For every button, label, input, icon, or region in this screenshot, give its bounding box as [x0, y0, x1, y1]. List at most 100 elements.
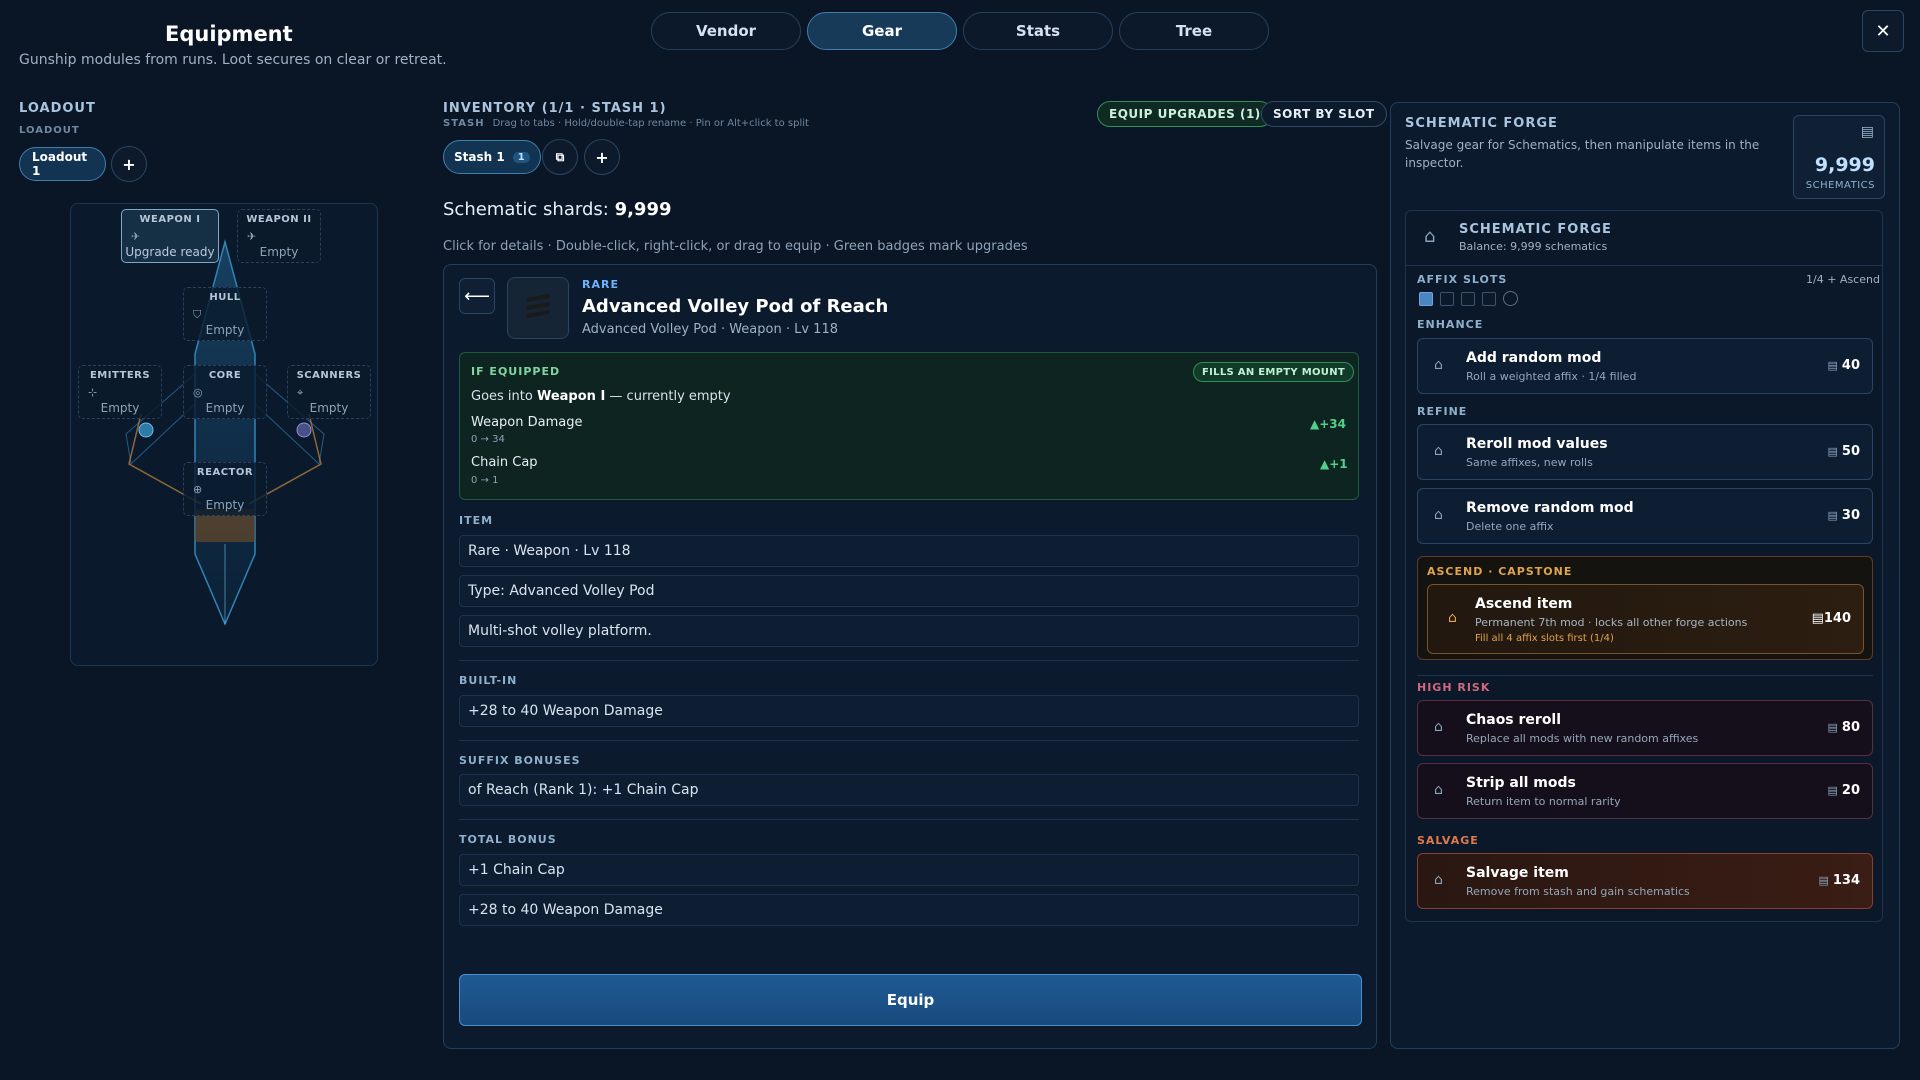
close-icon: ✕ [1875, 20, 1891, 42]
divider [1405, 265, 1883, 266]
stash-hint-row: STASH Drag to tabs · Hold/double-tap ren… [443, 118, 809, 129]
strip-all-mods-button[interactable]: ⌂ Strip all mods Return item to normal r… [1417, 763, 1873, 819]
slot-scanners[interactable]: SCANNERS ⌖ Empty [287, 365, 371, 419]
loadout-section-label: LOADOUT [19, 101, 96, 116]
total-row-weapon-damage: +28 to 40 Weapon Damage [459, 894, 1359, 926]
stat-weapon-damage-delta: ▲+34 [1310, 417, 1346, 431]
lock-icon: ⌂ [1448, 610, 1457, 626]
stash-tab-1[interactable]: Stash 1 1 [443, 140, 541, 174]
slot-reactor[interactable]: REACTOR ⊕ Empty [183, 462, 267, 516]
weapon-icon: ✈ [247, 230, 257, 243]
reroll-mod-values-button[interactable]: ⌂ Reroll mod values Same affixes, new ro… [1417, 424, 1873, 480]
reactor-icon: ⊕ [193, 483, 203, 496]
up-triangle-icon: ▲ [1310, 417, 1320, 431]
inventory-help-text: Click for details · Double-click, right-… [443, 239, 1028, 254]
forge-inner-balance: Balance: 9,999 schematics [1459, 240, 1608, 253]
split-stash-button[interactable]: ⧉ [542, 139, 578, 175]
ascend-item-button[interactable]: ⌂ Ascend item Permanent 7th mod · locks … [1427, 584, 1864, 654]
built-in-row: +28 to 40 Weapon Damage [459, 695, 1359, 727]
item-row-type: Type: Advanced Volley Pod [459, 575, 1359, 607]
affix-slots-indicator [1419, 291, 1518, 306]
plus-icon: + [122, 154, 136, 174]
inventory-title: INVENTORY (1/1 · STASH 1) [443, 101, 667, 116]
stat-weapon-damage-change: 0 → 34 [471, 434, 505, 445]
volley-pod-icon [526, 294, 550, 318]
stash-count-badge: 1 [512, 151, 530, 163]
arrow-left-icon: ⟵ [464, 285, 490, 307]
schematic-shards: Schematic shards: 9,999 [443, 199, 672, 220]
if-equipped-label: IF EQUIPPED [471, 365, 561, 378]
built-in-label: BUILT-IN [459, 674, 518, 687]
divider [1417, 675, 1873, 676]
affix-slot-empty [1461, 291, 1475, 306]
back-button[interactable]: ⟵ [459, 278, 495, 314]
slot-emitters[interactable]: EMITTERS ⊹ Empty [78, 365, 162, 419]
equip-button[interactable]: Equip [459, 974, 1362, 1026]
schematic-icon: ▤ [1811, 611, 1824, 626]
schematic-icon: ▤ [1827, 509, 1838, 522]
sort-by-slot-button[interactable]: SORT BY SLOT [1261, 101, 1387, 127]
close-button[interactable]: ✕ [1862, 10, 1904, 52]
loadout-sub-label: LOADOUT [19, 125, 80, 136]
slot-weapon-1[interactable]: WEAPON I ✈ Upgrade ready [121, 209, 219, 263]
ascend-capstone-label: ASCEND · CAPSTONE [1427, 565, 1573, 578]
tab-tree[interactable]: Tree [1119, 12, 1269, 50]
divider [459, 660, 1359, 661]
chaos-reroll-button[interactable]: ⌂ Chaos reroll Replace all mods with new… [1417, 700, 1873, 756]
item-name: Advanced Volley Pod of Reach [582, 296, 889, 317]
weapon-icon: ✈ [131, 230, 141, 243]
affix-slot-empty [1482, 291, 1496, 306]
slot-core[interactable]: CORE ◎ Empty [183, 365, 267, 419]
affix-slot-filled [1419, 291, 1433, 306]
add-loadout-button[interactable]: + [111, 146, 147, 182]
schematic-icon: ▤ [1827, 721, 1838, 734]
balance-label: SCHEMATICS [1805, 180, 1875, 191]
stat-chain-cap-delta: ▲+1 [1320, 457, 1348, 471]
add-random-mod-button[interactable]: ⌂ Add random mod Roll a weighted affix ·… [1417, 338, 1873, 394]
slot-hull[interactable]: HULL ⛉ Empty [183, 287, 267, 341]
core-icon: ◎ [193, 386, 203, 399]
equip-target-line: Goes into Weapon I — currently empty [471, 389, 731, 404]
affix-slots-status: 1/4 + Ascend [1806, 273, 1880, 286]
up-triangle-icon: ▲ [1320, 457, 1330, 471]
item-thumbnail [507, 277, 569, 339]
lock-icon: ⌂ [1434, 719, 1443, 735]
slot-weapon-2[interactable]: WEAPON II ✈ Empty [237, 209, 321, 263]
loadout-1-button[interactable]: Loadout 1 [19, 147, 106, 181]
tab-stats[interactable]: Stats [963, 12, 1113, 50]
ship-diagram: WEAPON I ✈ Upgrade ready WEAPON II ✈ Emp… [70, 203, 378, 666]
page-title: Equipment [165, 22, 293, 46]
stat-chain-cap-name: Chain Cap [471, 455, 538, 470]
forge-description: Salvage gear for Schematics, then manipu… [1405, 138, 1760, 170]
total-bonus-label: TOTAL BONUS [459, 833, 557, 846]
schematic-icon: ▤ [1827, 784, 1838, 797]
stat-chain-cap-change: 0 → 1 [471, 475, 499, 486]
item-subtitle: Advanced Volley Pod · Weapon · Lv 118 [582, 322, 838, 337]
salvage-item-button[interactable]: ⌂ Salvage item Remove from stash and gai… [1417, 853, 1873, 909]
stash-tab-label: Stash 1 [454, 150, 505, 164]
high-risk-label: HIGH RISK [1417, 681, 1491, 694]
equip-upgrades-button[interactable]: EQUIP UPGRADES (1) [1097, 101, 1273, 127]
schematic-icon: ▤ [1818, 874, 1829, 887]
shards-value: 9,999 [614, 199, 672, 220]
salvage-label: SALVAGE [1417, 834, 1479, 847]
forge-title: SCHEMATIC FORGE [1405, 116, 1558, 131]
fills-empty-mount-badge: FILLS AN EMPTY MOUNT [1193, 362, 1354, 382]
balance-value: 9,999 [1814, 154, 1875, 176]
plus-icon: + [595, 147, 609, 167]
add-stash-button[interactable]: + [584, 139, 620, 175]
item-rarity: RARE [582, 278, 619, 291]
stash-label: STASH [443, 118, 485, 129]
tab-gear[interactable]: Gear [807, 12, 957, 50]
enhance-label: ENHANCE [1417, 318, 1484, 331]
schematic-icon: ▤ [1860, 124, 1874, 140]
schematic-icon: ▤ [1827, 359, 1838, 372]
ascend-slot [1503, 291, 1518, 306]
item-section-label: ITEM [459, 514, 494, 527]
lock-icon: ⌂ [1434, 357, 1443, 373]
forge-inner-title: SCHEMATIC FORGE [1459, 222, 1612, 237]
schematic-icon: ▤ [1827, 445, 1838, 458]
tab-vendor[interactable]: Vendor [651, 12, 801, 50]
remove-random-mod-button[interactable]: ⌂ Remove random mod Delete one affix ▤ 30 [1417, 488, 1873, 544]
lock-icon: ⌂ [1424, 226, 1436, 247]
